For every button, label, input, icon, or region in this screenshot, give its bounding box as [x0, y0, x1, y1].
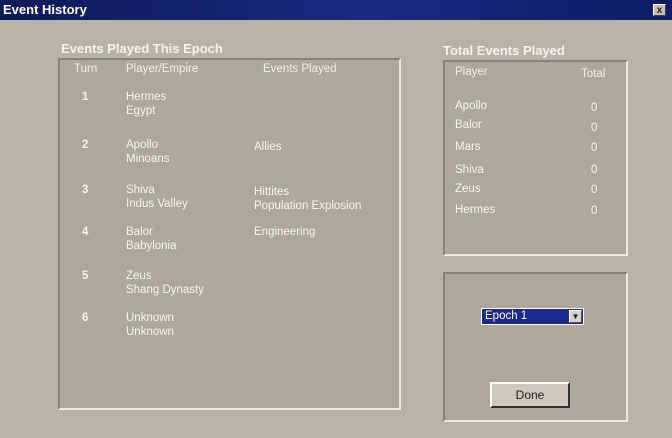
- player-name: Hermes: [126, 91, 167, 103]
- done-button[interactable]: Done: [490, 382, 570, 408]
- empire-name: Babylonia: [126, 240, 177, 252]
- player-name: Mars: [455, 141, 481, 153]
- turn-number: 5: [82, 270, 89, 282]
- event-name: Engineering: [254, 226, 316, 238]
- total-events-heading: Total Events Played: [443, 43, 565, 58]
- turn-number: 2: [82, 139, 89, 151]
- epoch-select-value: Epoch 1: [485, 310, 528, 322]
- player-name: Apollo: [126, 139, 158, 151]
- chevron-down-icon[interactable]: ▼: [569, 310, 582, 323]
- total-events-panel: Player Total Apollo 0 Balor 0 Mars 0 Shi…: [443, 60, 628, 256]
- player-total: 0: [591, 102, 598, 114]
- event-name: Hittites: [254, 186, 290, 198]
- player-name: Shiva: [126, 184, 155, 196]
- empire-name: Shang Dynasty: [126, 284, 204, 296]
- player-column-header: Player: [455, 66, 488, 78]
- total-column-header: Total: [581, 68, 606, 80]
- player-total: 0: [591, 164, 598, 176]
- empire-name: Egypt: [126, 105, 156, 117]
- player-total: 0: [591, 205, 598, 217]
- empire-name: Indus Valley: [126, 198, 188, 210]
- player-empire-column-header: Player/Empire: [126, 63, 199, 75]
- title-bar: Event History x: [0, 0, 672, 20]
- window-title: Event History: [3, 2, 87, 17]
- empire-name: Unknown: [126, 326, 174, 338]
- player-name: Unknown: [126, 312, 174, 324]
- turn-number: 3: [82, 184, 89, 196]
- turn-number: 4: [82, 226, 89, 238]
- event-name: Allies: [254, 141, 282, 153]
- empire-name: Minoans: [126, 153, 170, 165]
- turn-column-header: Turn: [74, 63, 98, 75]
- turn-number: 1: [82, 91, 89, 103]
- event-history-dialog: Events Played This Epoch Turn Player/Emp…: [0, 20, 672, 438]
- events-played-column-header: Events Played: [263, 63, 337, 75]
- player-name: Balor: [126, 226, 153, 238]
- player-total: 0: [591, 184, 598, 196]
- player-total: 0: [591, 142, 598, 154]
- player-total: 0: [591, 122, 598, 134]
- epoch-events-panel: Turn Player/Empire Events Played 1 Herme…: [58, 58, 401, 410]
- turn-number: 6: [82, 312, 89, 324]
- player-name: Zeus: [455, 183, 481, 195]
- player-name: Shiva: [455, 164, 484, 176]
- epoch-select[interactable]: Epoch 1 ▼: [481, 308, 584, 325]
- player-name: Apollo: [455, 100, 487, 112]
- close-button[interactable]: x: [653, 4, 666, 16]
- event-name: Population Explosion: [254, 200, 362, 212]
- epoch-events-heading: Events Played This Epoch: [61, 41, 223, 56]
- player-name: Zeus: [126, 270, 152, 282]
- player-name: Balor: [455, 119, 482, 131]
- player-name: Hermes: [455, 204, 496, 216]
